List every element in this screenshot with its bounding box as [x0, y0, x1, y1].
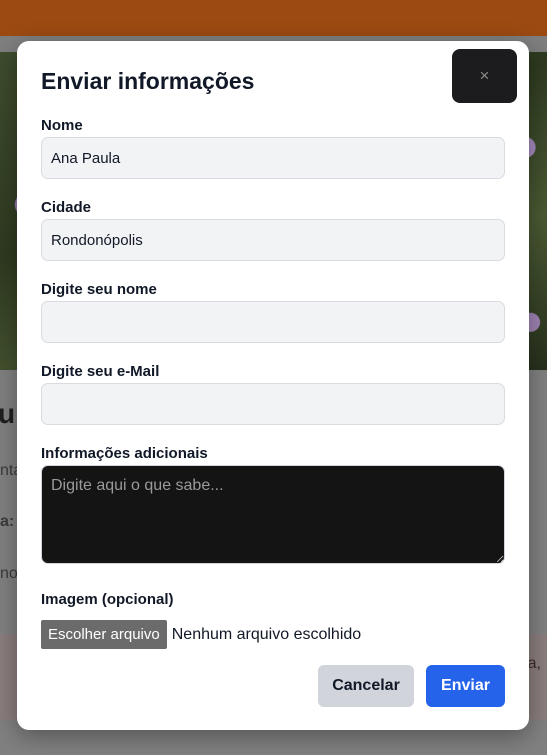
background-title-fragment: u	[0, 398, 16, 429]
info-label: Informações adicionais	[41, 445, 208, 462]
close-icon: ×	[479, 66, 490, 85]
nome-label: Nome	[41, 117, 83, 134]
background-alert-text: a,	[527, 655, 541, 672]
cancel-button[interactable]: Cancelar	[318, 665, 414, 707]
modal-title: Enviar informações	[41, 68, 255, 94]
imagem-label: Imagem (opcional)	[41, 591, 174, 608]
email-input[interactable]	[41, 383, 505, 425]
choose-file-button[interactable]: Escolher arquivo	[41, 620, 167, 649]
seu-nome-label: Digite seu nome	[41, 281, 157, 298]
submit-button[interactable]: Enviar	[426, 665, 505, 707]
email-label: Digite seu e-Mail	[41, 363, 160, 380]
file-input: Escolher arquivo Nenhum arquivo escolhid…	[41, 620, 361, 649]
send-info-modal: Enviar informações × Nome Cidade Digite …	[17, 41, 529, 730]
close-button[interactable]: ×	[452, 49, 517, 103]
page-header-bar	[0, 0, 547, 36]
background-text-label: a:	[0, 513, 15, 530]
cidade-input[interactable]	[41, 219, 505, 261]
file-status: Nenhum arquivo escolhido	[171, 625, 362, 643]
cidade-label: Cidade	[41, 199, 92, 216]
background-text-line-3: no	[0, 565, 18, 582]
nome-input[interactable]	[41, 137, 505, 179]
seu-nome-input[interactable]	[41, 301, 505, 343]
info-textarea[interactable]	[41, 465, 505, 564]
